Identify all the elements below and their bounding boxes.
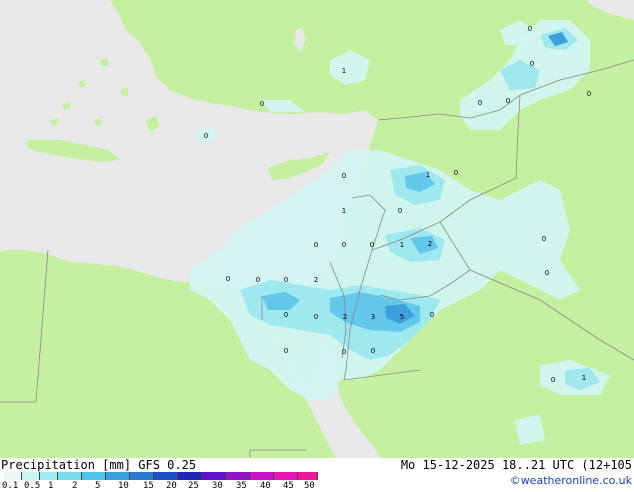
legend-color-swatch	[22, 472, 40, 480]
legend-color-swatch	[226, 472, 250, 480]
precip-light-area	[515, 415, 545, 445]
legend-color-swatch	[58, 472, 82, 480]
precip-value-label: 1	[342, 67, 346, 75]
precip-value-label: 0	[226, 275, 230, 283]
legend-color-swatch	[106, 472, 130, 480]
legend-color-swatch	[40, 472, 58, 480]
precipitation-map: 0 1 0 0 0 0 0 0 1 0 1 0 0 0 0 1 2 0 0 0 0 0 0 2 0 2 3 5 0 0 0 0 0 1 0	[0, 0, 634, 458]
precip-value-label: 0	[551, 376, 555, 384]
legend-color-swatch	[154, 472, 178, 480]
precip-value-label: 3	[371, 313, 375, 321]
legend-color-swatch	[274, 472, 298, 480]
precip-value-label: 1	[342, 207, 346, 215]
legend-color-swatch	[250, 472, 274, 480]
precip-value-label: 0	[342, 348, 346, 356]
precip-value-label: 0	[256, 276, 260, 284]
legend-color-swatch	[82, 472, 106, 480]
precip-value-label: 0	[587, 90, 591, 98]
precip-value-label: 0	[284, 276, 288, 284]
precip-legend-colorbar	[4, 472, 318, 480]
precip-value-label: 2	[343, 313, 347, 321]
precip-value-label: 0	[530, 60, 534, 68]
precip-value-label: 0	[314, 241, 318, 249]
precip-value-label: 1	[400, 241, 404, 249]
legend-color-swatch	[298, 472, 318, 480]
map-canvas: 0 1 0 0 0 0 0 0 1 0 1 0 0 0 0 1 2 0 0 0 0 0 0 2 0 2 3 5 0 0 0 0 0 1 0	[0, 0, 634, 458]
precip-value-label: 0	[542, 235, 546, 243]
precip-value-label: 0	[478, 99, 482, 107]
precip-value-label: 0	[528, 25, 532, 33]
precip-value-label: 0	[545, 269, 549, 277]
legend-color-swatch	[202, 472, 226, 480]
precip-value-label: 1	[426, 171, 430, 179]
precip-legend-labels: 0.1 0.5 1 2 5 10 15 20 25 30 35 40 45 50	[0, 482, 340, 492]
precip-value-label: 0	[284, 347, 288, 355]
legend-color-swatch	[4, 472, 22, 480]
precip-value-label: 0	[204, 132, 208, 140]
precip-value-label: 1	[582, 374, 586, 382]
precip-value-label: 5	[400, 313, 404, 321]
precip-value-label: 0	[342, 172, 346, 180]
precip-value-label: 0	[506, 97, 510, 105]
precip-value-label: 0	[454, 169, 458, 177]
map-footer: Precipitation [mm] GFS 0.25 Mo 15-12-202…	[0, 458, 634, 492]
precip-value-label: 0	[284, 311, 288, 319]
precip-value-label: 0	[398, 207, 402, 215]
map-datetime: Mo 15-12-2025 18..21 UTC (12+105	[400, 458, 632, 472]
copyright-link[interactable]: ©weatheronline.co.uk	[510, 474, 632, 488]
precip-value-label: 0	[260, 100, 264, 108]
precip-value-label: 0	[370, 241, 374, 249]
legend-color-swatch	[130, 472, 154, 480]
legend-color-swatch	[178, 472, 202, 480]
precip-value-label: 2	[428, 240, 432, 248]
precip-value-label: 0	[430, 311, 434, 319]
precip-value-label: 0	[371, 347, 375, 355]
precip-value-label: 0	[314, 313, 318, 321]
precip-value-label: 0	[342, 241, 346, 249]
precip-value-label: 2	[314, 276, 318, 284]
map-title: Precipitation [mm] GFS 0.25	[1, 458, 197, 472]
